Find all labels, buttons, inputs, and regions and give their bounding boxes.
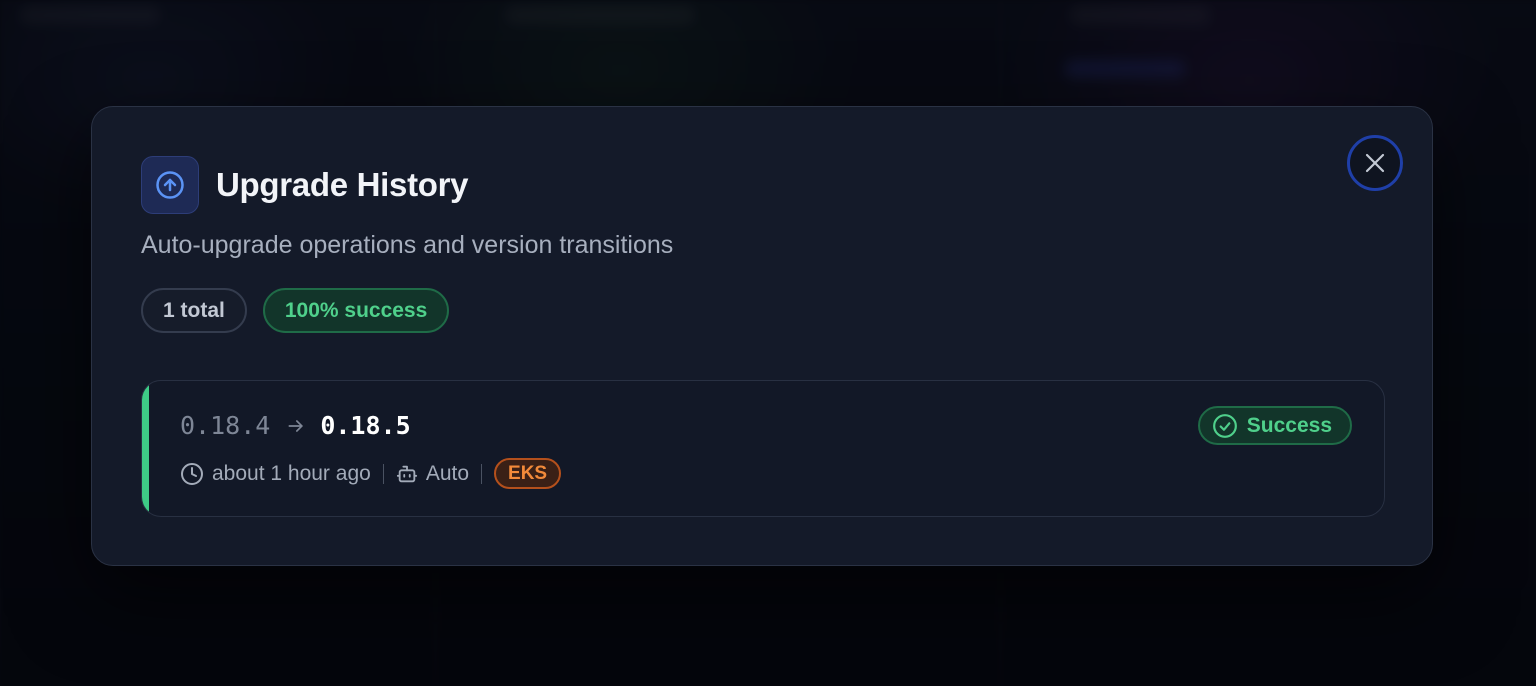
upgrade-history-dialog: Upgrade History Auto-upgrade operations … — [91, 106, 1433, 566]
title-icon-container — [141, 156, 199, 214]
bot-icon — [396, 463, 418, 485]
dialog-subtitle: Auto-upgrade operations and version tran… — [141, 231, 674, 259]
status-badge: Success — [1197, 406, 1352, 445]
close-button[interactable] — [1347, 135, 1403, 191]
trigger-type: Auto — [425, 461, 470, 485]
to-version: 0.18.5 — [320, 411, 411, 440]
entry-meta: about 1 hour ago Auto EKS — [180, 458, 562, 489]
summary-badges: 1 total 100% success — [141, 288, 450, 333]
meta-separator — [382, 463, 384, 484]
arrow-up-circle-icon — [156, 171, 184, 199]
from-version: 0.18.4 — [180, 411, 271, 440]
success-rate-badge: 100% success — [262, 288, 450, 333]
timestamp: about 1 hour ago — [212, 461, 371, 485]
dialog-header: Upgrade History — [141, 156, 469, 214]
total-count-badge: 1 total — [141, 288, 247, 333]
close-icon — [1365, 153, 1385, 173]
clock-icon — [180, 462, 204, 486]
arrow-right-icon — [286, 416, 306, 436]
platform-badge: EKS — [494, 458, 562, 489]
version-transition: 0.18.4 0.18.5 — [180, 411, 411, 440]
status-accent-bar — [142, 381, 149, 516]
status-label: Success — [1246, 413, 1332, 437]
dialog-title: Upgrade History — [216, 166, 469, 203]
check-circle-icon — [1212, 413, 1238, 439]
upgrade-entry[interactable]: 0.18.4 0.18.5 about 1 hour ago Auto EKS … — [141, 380, 1385, 517]
meta-separator — [481, 463, 483, 484]
